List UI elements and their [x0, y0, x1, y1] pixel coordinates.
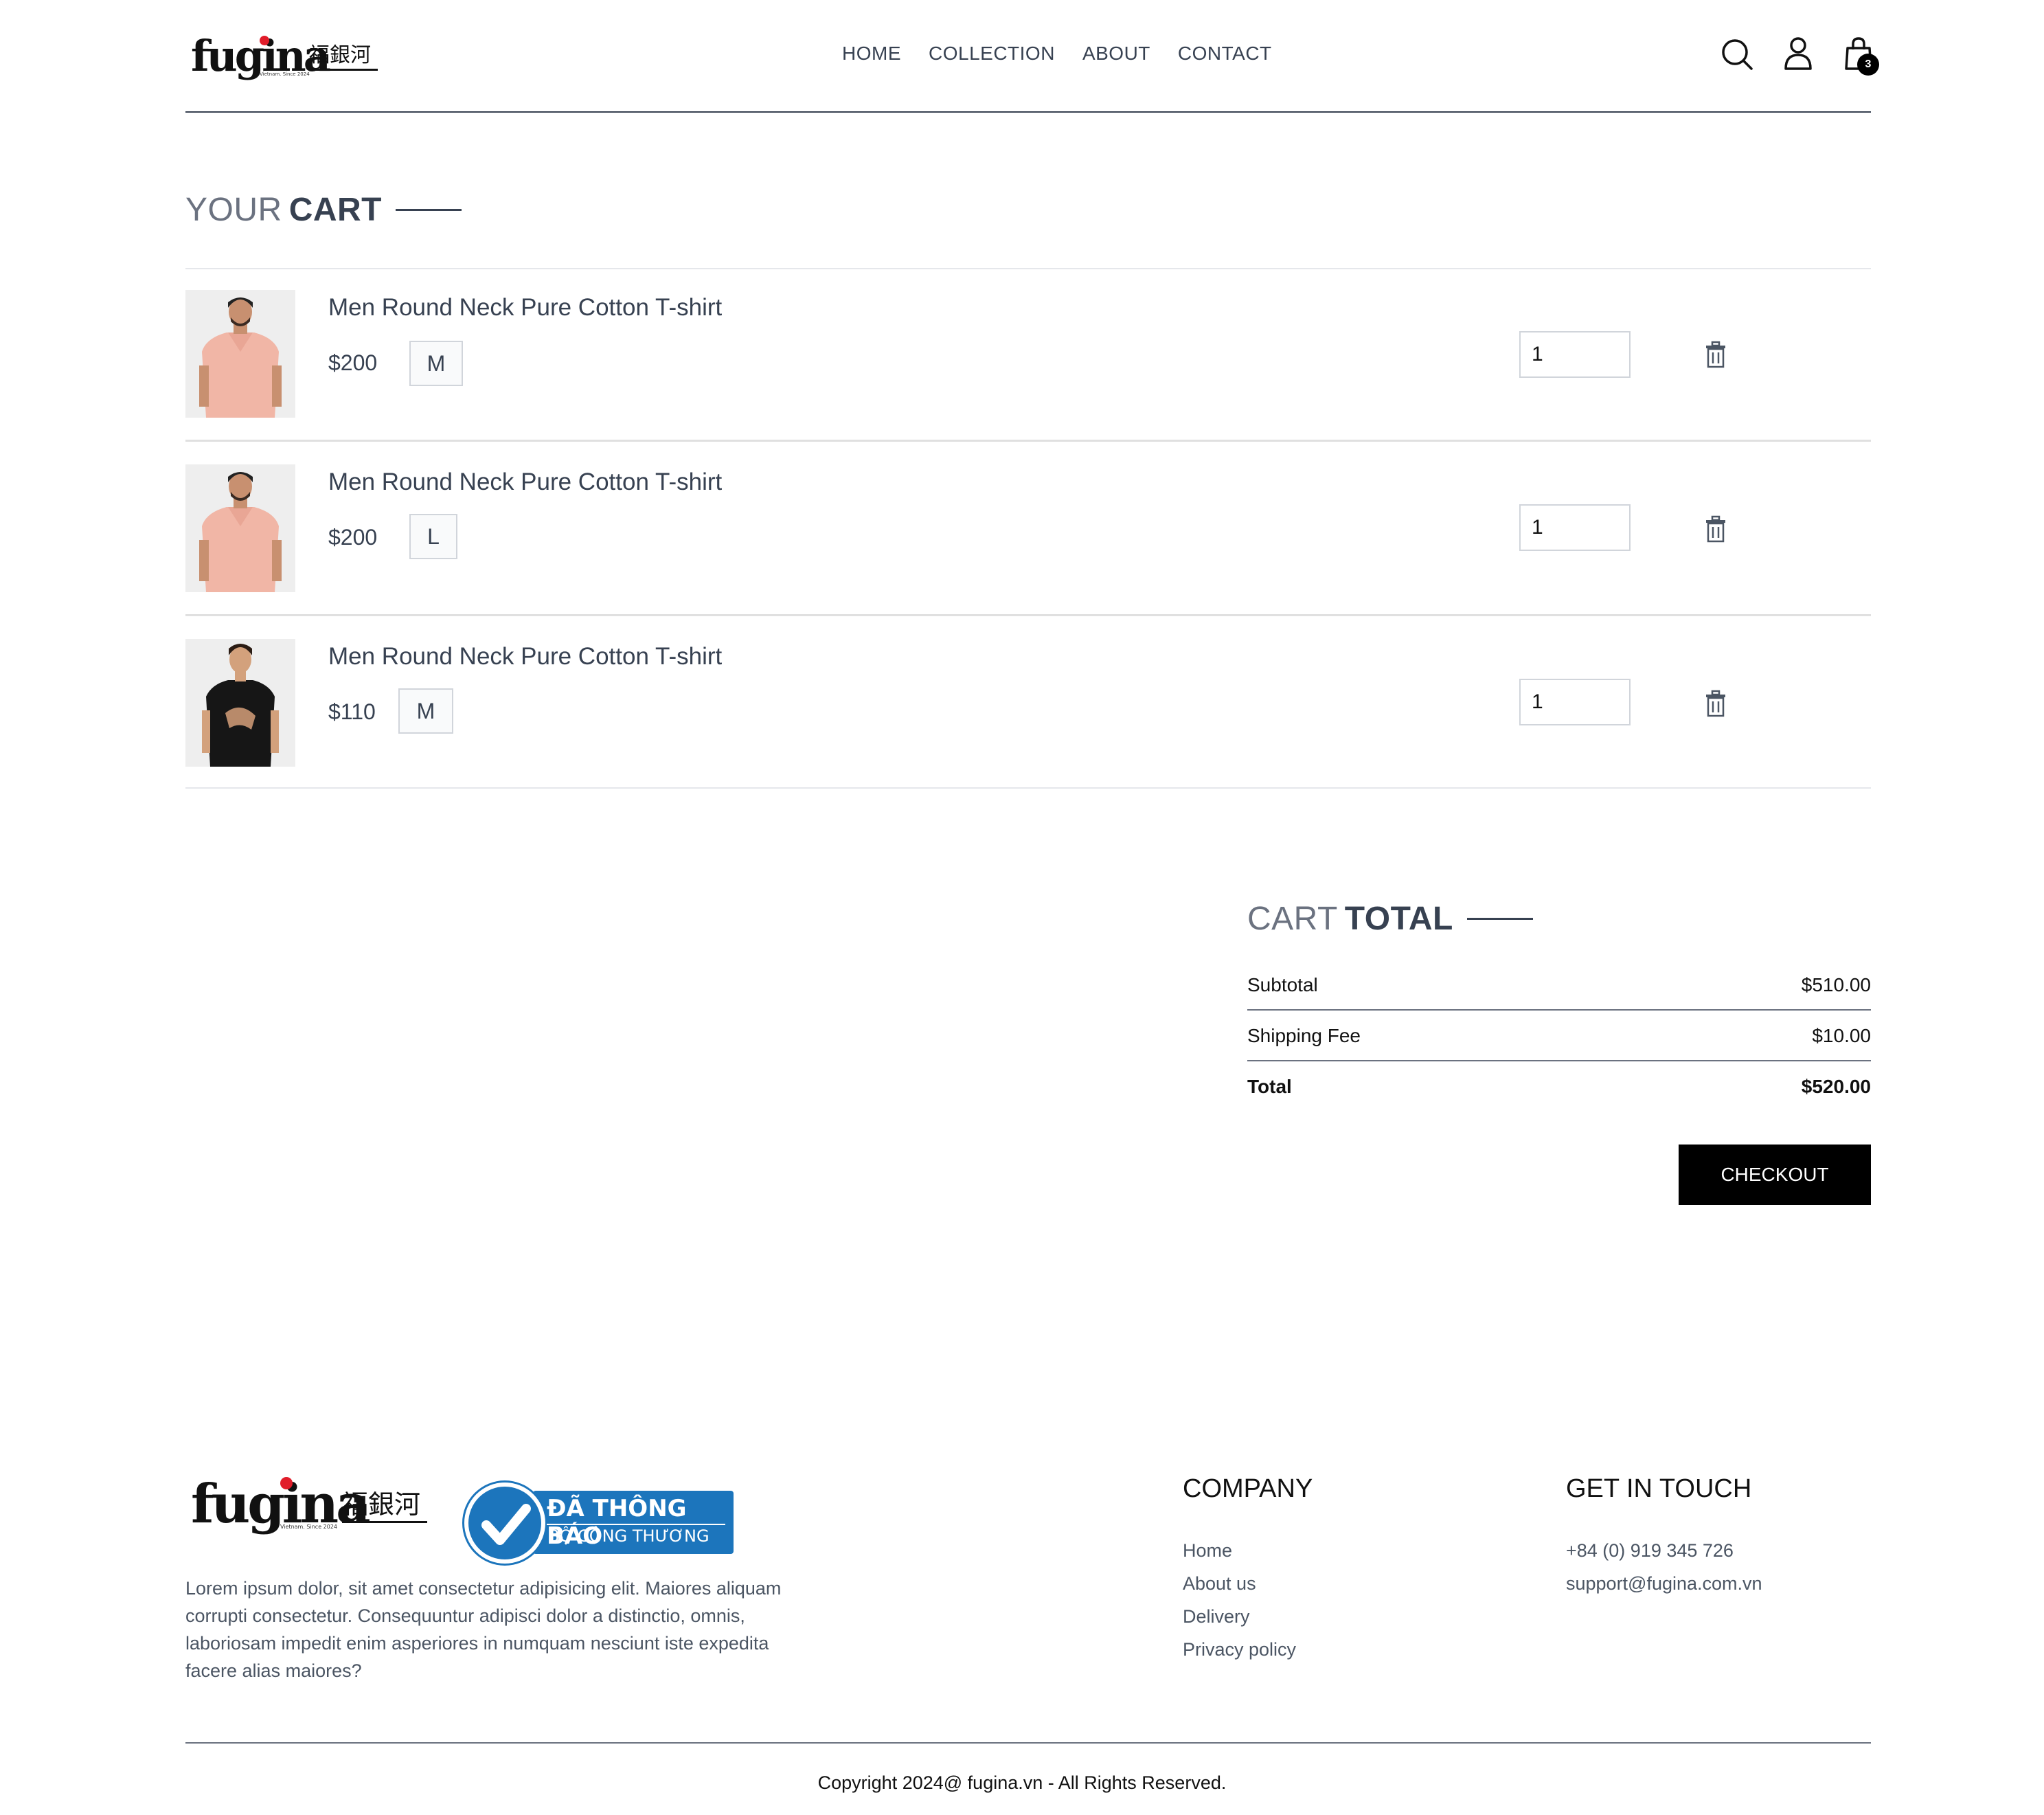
contact-heading: GET IN TOUCH	[1566, 1474, 1752, 1503]
row-divider	[185, 614, 1871, 616]
header-divider	[185, 111, 1871, 113]
cart-count-badge: 3	[1857, 54, 1879, 76]
row-divider	[185, 787, 1871, 789]
shipping-value: $10.00	[1812, 1025, 1871, 1046]
subtotal-label: Subtotal	[1247, 974, 1318, 995]
nav-about[interactable]: ABOUT	[1082, 43, 1150, 65]
logo-cjk-text: 福銀河	[309, 43, 378, 71]
product-thumbnail[interactable]	[185, 290, 295, 418]
total-row: Total $520.00	[1247, 1076, 1871, 1098]
trash-icon[interactable]	[1703, 690, 1728, 717]
main-nav: HOME COLLECTION ABOUT CONTACT	[842, 43, 1272, 65]
logo-dot	[260, 36, 269, 45]
search-icon[interactable]	[1718, 34, 1757, 73]
gov-badge-seal	[464, 1483, 545, 1564]
cart-total-title-thin: CART	[1247, 901, 1338, 937]
logo-dot	[280, 1477, 293, 1489]
shipping-label: Shipping Fee	[1247, 1025, 1361, 1046]
contact-email[interactable]: support@fugina.com.vn	[1566, 1573, 1762, 1594]
footer-divider	[185, 1742, 1871, 1744]
user-icon[interactable]	[1779, 34, 1817, 73]
quantity-input[interactable]: 1	[1519, 331, 1631, 378]
checkout-button[interactable]: CHECKOUT	[1679, 1145, 1871, 1205]
nav-collection[interactable]: COLLECTION	[929, 43, 1055, 65]
product-thumbnail[interactable]	[185, 464, 295, 592]
logo-cjk-text: 福銀河	[342, 1488, 428, 1523]
totals-divider	[1247, 1009, 1871, 1011]
nav-contact[interactable]: CONTACT	[1178, 43, 1272, 65]
cart-title-bold: CART	[288, 192, 382, 228]
cart-title-thin: YOUR	[185, 192, 282, 228]
gov-badge-line2: BỘ CÔNG THƯƠNG	[548, 1526, 709, 1546]
trash-icon[interactable]	[1703, 341, 1728, 368]
shipping-row: Shipping Fee $10.00	[1247, 1025, 1871, 1047]
cart-item-name[interactable]: Men Round Neck Pure Cotton T-shirt	[328, 643, 722, 670]
brand-logo[interactable]: fugina 福銀河 Vietnam. Since 2024	[191, 30, 383, 82]
cart-item-name[interactable]: Men Round Neck Pure Cotton T-shirt	[328, 294, 722, 322]
contact-phone[interactable]: +84 (0) 919 345 726	[1566, 1540, 1734, 1562]
total-value: $520.00	[1801, 1076, 1871, 1097]
logo-tagline: Vietnam. Since 2024	[280, 1524, 338, 1530]
cart-total-title-bold: TOTAL	[1344, 901, 1453, 937]
product-thumbnail[interactable]	[185, 639, 295, 767]
cart-divider	[185, 268, 1871, 269]
nav-home[interactable]: HOME	[842, 43, 901, 65]
total-label: Total	[1247, 1076, 1292, 1097]
footer-description: Lorem ipsum dolor, sit amet consectetur …	[185, 1578, 782, 1681]
logo-tagline: Vietnam. Since 2024	[260, 71, 310, 77]
cart-total-title: CART TOTAL	[1247, 900, 1533, 938]
cart-item-size: L	[409, 514, 457, 559]
footer-link-about[interactable]: About us	[1183, 1573, 1256, 1594]
trash-icon[interactable]	[1703, 515, 1728, 543]
cart-item-price: $110	[328, 699, 376, 724]
totals-divider	[1247, 1060, 1871, 1061]
quantity-input[interactable]: 1	[1519, 504, 1631, 551]
cart-item-price: $200	[328, 525, 378, 550]
title-underline	[1466, 918, 1533, 920]
footer-link-home[interactable]: Home	[1183, 1540, 1232, 1562]
cart-title: YOUR CART	[185, 191, 462, 229]
cart-item-size: M	[398, 688, 453, 734]
company-heading: COMPANY	[1183, 1474, 1313, 1503]
cart-item-price: $200	[328, 350, 378, 375]
row-divider	[185, 440, 1871, 442]
footer-link-privacy[interactable]: Privacy policy	[1183, 1639, 1296, 1660]
gov-registration-badge[interactable]: ĐÃ THÔNG BÁO BỘ CÔNG THƯƠNG	[464, 1481, 734, 1565]
subtotal-value: $510.00	[1801, 974, 1871, 995]
title-underline	[396, 209, 462, 211]
copyright-text: Copyright 2024@ fugina.vn - All Rights R…	[817, 1772, 1227, 1793]
quantity-input[interactable]: 1	[1519, 679, 1631, 725]
cart-item-size: M	[409, 341, 463, 386]
subtotal-row: Subtotal $510.00	[1247, 974, 1871, 996]
gov-badge-separator	[547, 1524, 725, 1525]
cart-item-name[interactable]: Men Round Neck Pure Cotton T-shirt	[328, 469, 722, 496]
footer-logo[interactable]: fugina 福銀河 Vietnam. Since 2024	[191, 1470, 438, 1539]
footer-link-delivery[interactable]: Delivery	[1183, 1606, 1250, 1627]
